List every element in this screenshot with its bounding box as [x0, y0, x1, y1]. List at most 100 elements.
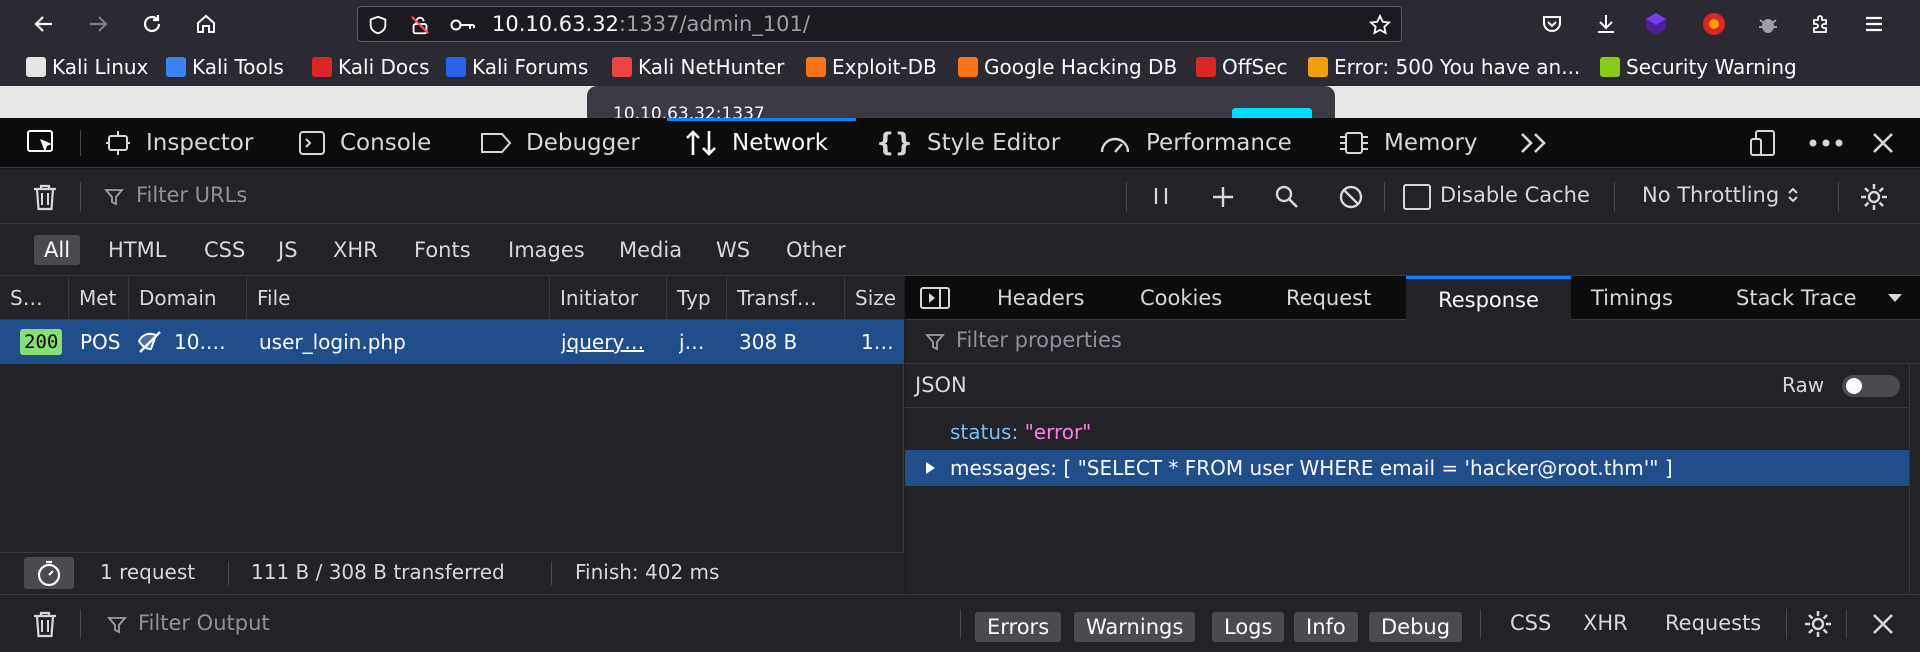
bookmark-kali-forums[interactable]: Kali Forums — [446, 54, 588, 80]
request-list-panel: S… Met Domain File Initiator Typ Transf…… — [0, 276, 904, 594]
bookmark-kali-docs[interactable]: Kali Docs — [312, 54, 430, 80]
json-row-messages[interactable]: messages: [ "SELECT * FROM user WHERE em… — [905, 450, 1909, 486]
tab-memory[interactable]: Memory — [1338, 118, 1478, 168]
filter-urls-input[interactable]: Filter URLs — [136, 183, 247, 207]
performance-analysis-button[interactable] — [24, 557, 74, 589]
block-icon — [1339, 185, 1363, 209]
col-initiator[interactable]: Initiator — [550, 276, 667, 320]
search-button[interactable] — [1274, 184, 1300, 210]
network-settings-button[interactable] — [1858, 181, 1890, 213]
insecure-lock-icon[interactable] — [409, 14, 431, 36]
bookmark-kali-linux[interactable]: Kali Linux — [26, 54, 148, 80]
tab-request[interactable]: Request — [1281, 276, 1376, 320]
shield-icon[interactable] — [367, 14, 389, 36]
bookmark-security-warning[interactable]: Security Warning — [1600, 54, 1797, 80]
clear-requests-button[interactable] — [30, 182, 60, 212]
home-button[interactable] — [188, 6, 224, 42]
filter-info-button[interactable]: Info — [1294, 612, 1358, 642]
filter-properties-input[interactable]: Filter properties — [956, 328, 1122, 352]
type-filter-other[interactable]: Other — [776, 235, 856, 265]
responsive-design-button[interactable] — [1748, 118, 1778, 168]
tab-response[interactable]: Response — [1406, 276, 1571, 320]
bookmark-offsec[interactable]: OffSec — [1196, 54, 1288, 80]
type-filter-xhr[interactable]: XHR — [323, 235, 388, 265]
col-domain[interactable]: Domain — [129, 276, 247, 320]
details-scrollbar[interactable] — [1909, 364, 1920, 594]
filter-errors-button[interactable]: Errors — [975, 612, 1062, 642]
filter-debug-button[interactable]: Debug — [1369, 612, 1463, 642]
block-requests-button[interactable] — [1338, 184, 1364, 210]
bookmark-star-icon[interactable] — [1368, 13, 1392, 37]
tab-timings[interactable]: Timings — [1586, 276, 1678, 320]
bookmark-kali-nethunter[interactable]: Kali NetHunter — [612, 54, 784, 80]
bookmark-error-500[interactable]: Error: 500 You have an... — [1308, 54, 1580, 80]
col-status[interactable]: S… — [0, 276, 69, 320]
col-transferred[interactable]: Transf… — [727, 276, 845, 320]
col-size[interactable]: Size — [845, 276, 904, 320]
menu-button[interactable] — [1858, 8, 1890, 40]
url-bar[interactable]: 10.10.63.32:1337/admin_101/ — [357, 6, 1402, 42]
filter-warnings-button[interactable]: Warnings — [1074, 612, 1196, 642]
downloads-button[interactable] — [1590, 8, 1622, 40]
pocket-button[interactable] — [1536, 8, 1568, 40]
bookmark-exploit-db[interactable]: Exploit-DB — [806, 54, 937, 80]
extension-red-button[interactable] — [1698, 8, 1730, 40]
console-settings-button[interactable] — [1802, 608, 1834, 640]
type-filter-html[interactable]: HTML — [98, 235, 176, 265]
type-filter-fonts[interactable]: Fonts — [404, 235, 481, 265]
json-row-status[interactable]: status: "error" — [905, 414, 1909, 450]
key-icon[interactable] — [450, 15, 476, 35]
disable-cache-checkbox[interactable] — [1403, 184, 1431, 210]
extension-purple-button[interactable] — [1640, 8, 1672, 40]
devtools-options-button[interactable] — [1808, 118, 1844, 168]
filter-xhr-button[interactable]: XHR — [1583, 611, 1628, 635]
element-picker-button[interactable] — [26, 118, 58, 168]
tab-debugger[interactable]: Debugger — [480, 118, 640, 168]
close-split-console-button[interactable] — [1870, 611, 1896, 637]
filter-logs-button[interactable]: Logs — [1212, 612, 1285, 642]
type-filter-ws[interactable]: WS — [706, 235, 760, 265]
type-filter-images[interactable]: Images — [498, 235, 595, 265]
filter-css-button[interactable]: CSS — [1510, 611, 1551, 635]
toggle-sidebar-button[interactable] — [919, 276, 951, 320]
raw-toggle-switch[interactable] — [1842, 375, 1900, 397]
tab-headers[interactable]: Headers — [992, 276, 1089, 320]
json-header: JSON Raw — [905, 364, 1920, 408]
throttling-select[interactable]: No Throttling — [1642, 183, 1799, 207]
initiator-link[interactable]: jquery… — [561, 320, 644, 364]
type-filter-js[interactable]: JS — [268, 235, 308, 265]
extensions-button[interactable] — [1805, 8, 1837, 40]
request-type-filters: All HTML CSS JS XHR Fonts Images Media W… — [0, 224, 1920, 276]
close-icon — [1873, 614, 1893, 634]
filter-output-input[interactable]: Filter Output — [138, 611, 270, 635]
clear-console-button[interactable] — [30, 609, 60, 639]
tab-inspector[interactable]: Inspector — [104, 118, 253, 168]
bookmark-google-hacking-db[interactable]: Google Hacking DB — [958, 54, 1177, 80]
close-devtools-button[interactable] — [1870, 118, 1896, 168]
type-filter-all[interactable]: All — [34, 235, 81, 265]
tab-cookies[interactable]: Cookies — [1135, 276, 1227, 320]
extension-gray-button[interactable] — [1752, 8, 1784, 40]
type-filter-css[interactable]: CSS — [194, 235, 255, 265]
col-type[interactable]: Typ — [667, 276, 727, 320]
type-filter-media[interactable]: Media — [609, 235, 692, 265]
filter-requests-button[interactable]: Requests — [1665, 611, 1761, 635]
tab-stack-trace[interactable]: Stack Trace — [1731, 276, 1862, 320]
back-button[interactable] — [26, 6, 62, 42]
more-tabs-dropdown[interactable] — [1887, 276, 1903, 320]
popup-ok-button[interactable] — [1232, 108, 1312, 118]
tab-network[interactable]: Network — [684, 118, 828, 168]
more-tools-button[interactable] — [1518, 118, 1550, 168]
table-row[interactable]: 200 POS 10.… user_login.php jquery… j… 3… — [0, 320, 904, 364]
pause-button[interactable] — [1150, 184, 1172, 208]
bookmark-kali-tools[interactable]: Kali Tools — [166, 54, 284, 80]
col-file[interactable]: File — [247, 276, 550, 320]
tab-style-editor[interactable]: {} Style Editor — [876, 118, 1060, 168]
reload-button[interactable] — [134, 6, 170, 42]
tab-performance[interactable]: Performance — [1098, 118, 1292, 168]
add-request-button[interactable] — [1210, 184, 1236, 210]
col-method[interactable]: Met — [69, 276, 129, 320]
tab-debugger-label: Debugger — [526, 130, 640, 156]
forward-button[interactable] — [80, 6, 116, 42]
tab-console[interactable]: Console — [298, 118, 431, 168]
